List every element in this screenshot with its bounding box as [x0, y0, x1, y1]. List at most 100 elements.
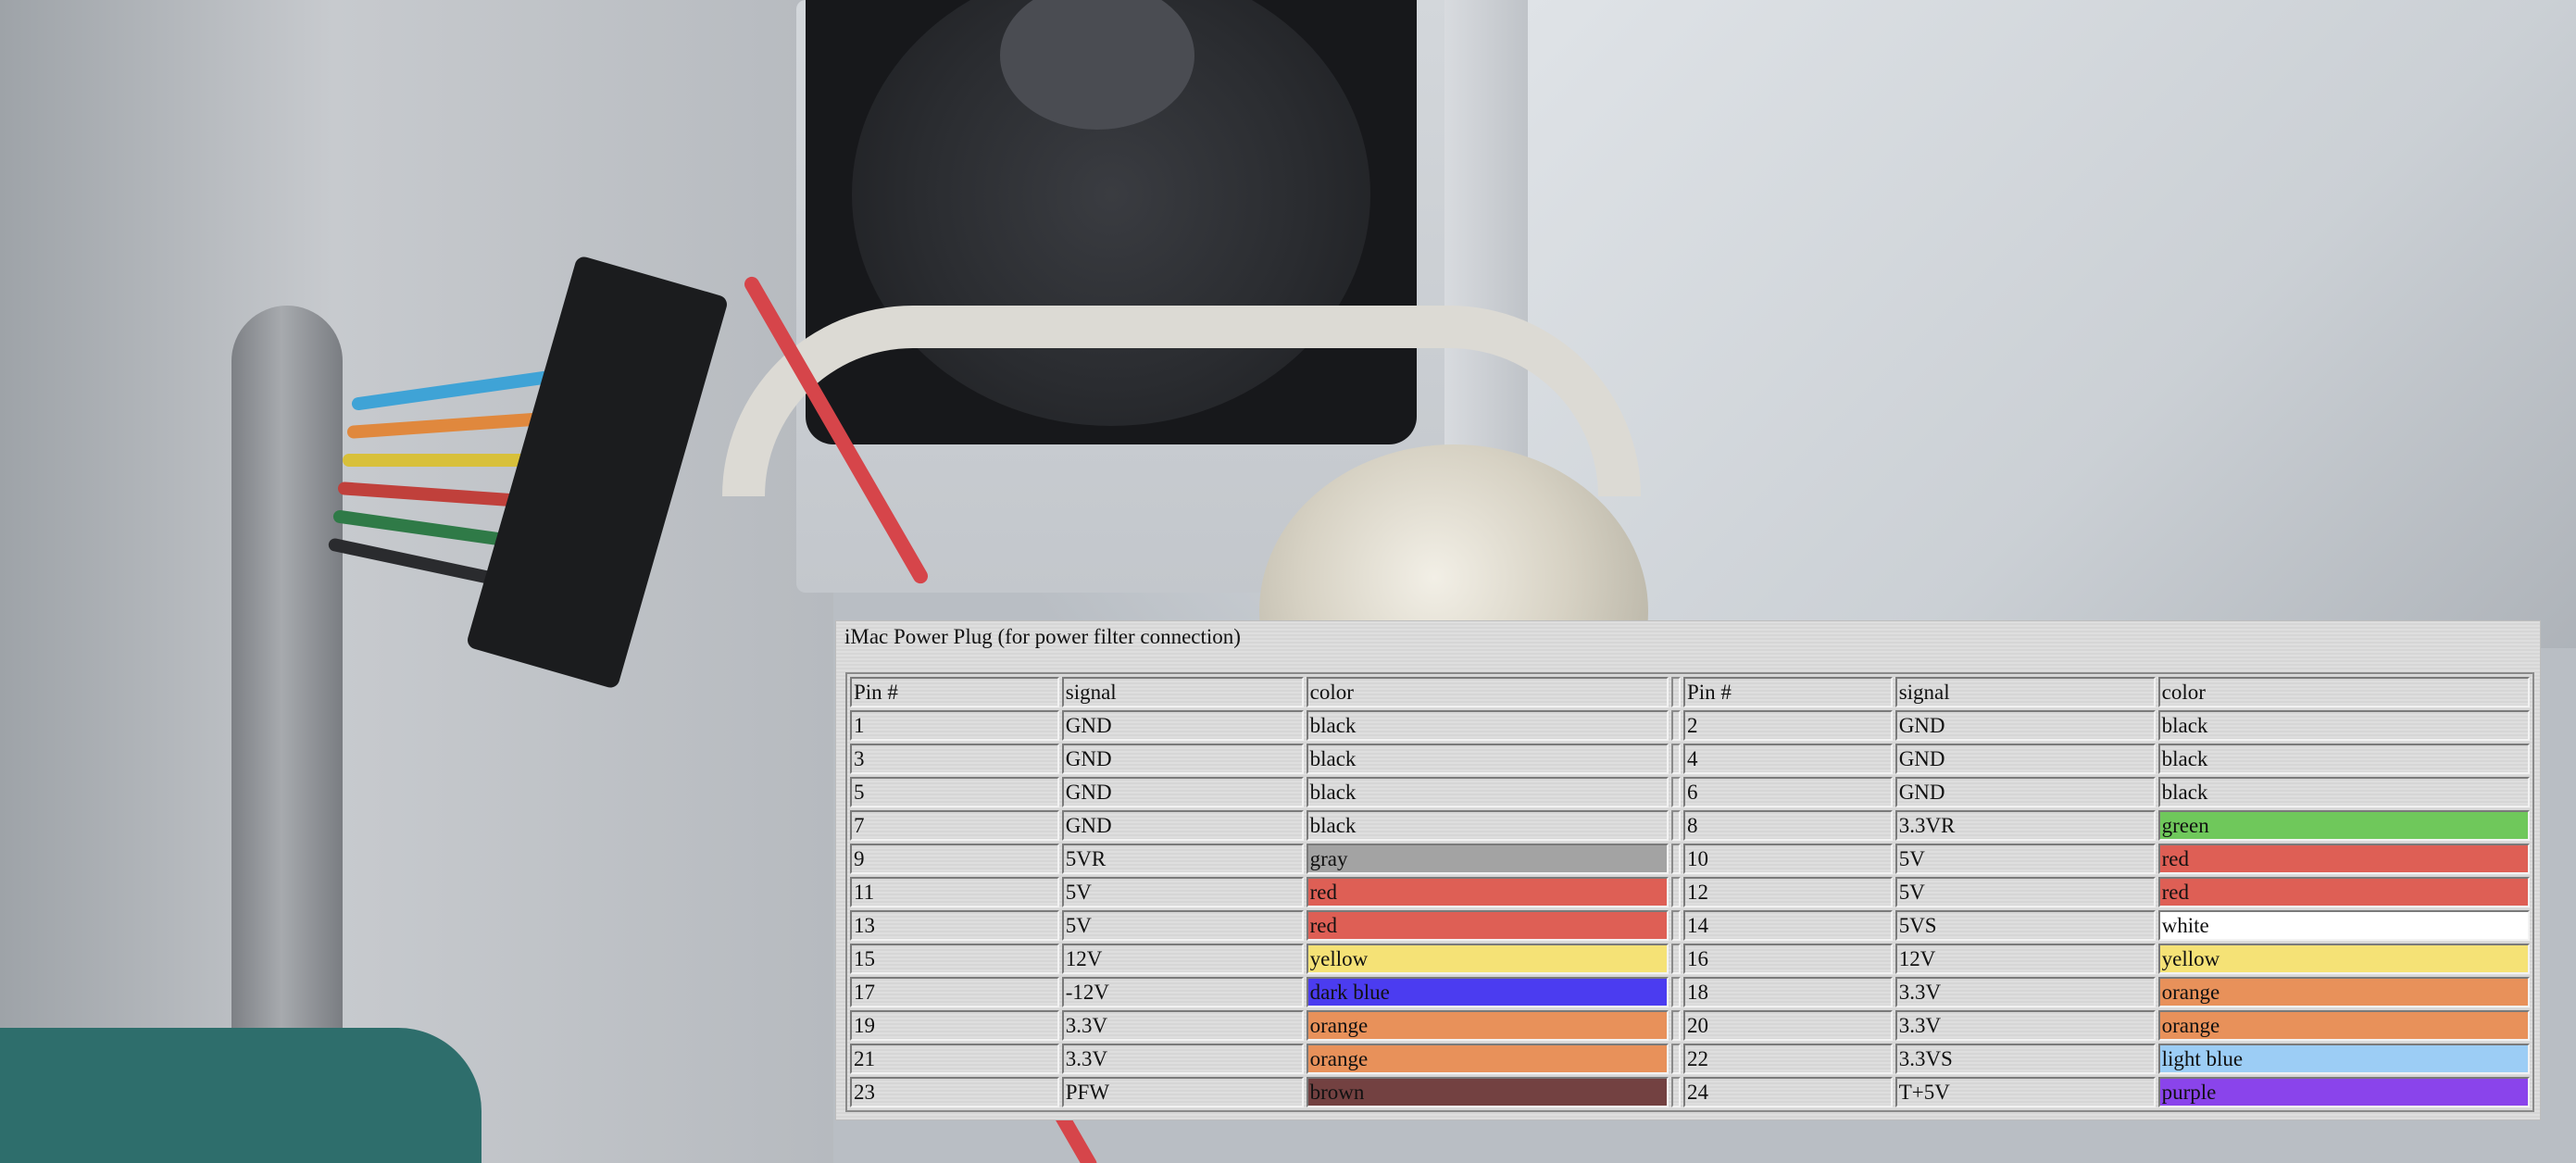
column-divider	[1670, 1044, 1681, 1074]
column-header: Pin #	[1682, 677, 1893, 707]
color-cell: orange	[1306, 1010, 1669, 1041]
color-cell: black	[2157, 710, 2530, 741]
color-cell: black	[1306, 710, 1669, 741]
color-cell: red	[1306, 877, 1669, 907]
column-divider	[1670, 877, 1681, 907]
color-cell: dark blue	[1306, 977, 1669, 1007]
table-header-row: Pin # signal color Pin # signal color	[850, 677, 2530, 707]
signal-cell: 3.3V	[1061, 1010, 1304, 1041]
signal-cell: 5V	[1894, 877, 2156, 907]
pin-cell: 16	[1682, 944, 1893, 974]
pin-cell: 5	[850, 777, 1059, 807]
signal-cell: T+5V	[1894, 1077, 2156, 1107]
signal-cell: 3.3VS	[1894, 1044, 2156, 1074]
column-header: color	[2157, 677, 2530, 707]
signal-cell: 3.3V	[1061, 1044, 1304, 1074]
pin-cell: 10	[1682, 844, 1893, 874]
pinout-panel: iMac Power Plug (for power filter connec…	[835, 620, 2541, 1120]
color-cell: orange	[2157, 977, 2530, 1007]
table-row: 11 5V red 12 5V red	[850, 877, 2530, 907]
pin-cell: 14	[1682, 910, 1893, 941]
color-cell: black	[1306, 744, 1669, 774]
pin-cell: 11	[850, 877, 1059, 907]
signal-cell: 5V	[1061, 910, 1304, 941]
signal-cell: GND	[1061, 777, 1304, 807]
table-row: 17 -12V dark blue 18 3.3V orange	[850, 977, 2530, 1007]
pin-cell: 21	[850, 1044, 1059, 1074]
pin-cell: 23	[850, 1077, 1059, 1107]
pin-cell: 6	[1682, 777, 1893, 807]
pin-cell: 2	[1682, 710, 1893, 741]
color-cell: red	[2157, 844, 2530, 874]
signal-cell: 12V	[1894, 944, 2156, 974]
color-cell: green	[2157, 810, 2530, 841]
signal-cell: GND	[1894, 777, 2156, 807]
signal-cell: 5V	[1061, 877, 1304, 907]
column-divider	[1670, 1010, 1681, 1041]
panel-title: iMac Power Plug (for power filter connec…	[844, 625, 1241, 648]
color-cell: gray	[1306, 844, 1669, 874]
column-header: Pin #	[850, 677, 1059, 707]
signal-cell: -12V	[1061, 977, 1304, 1007]
pin-cell: 17	[850, 977, 1059, 1007]
signal-cell: GND	[1061, 710, 1304, 741]
color-cell: white	[2157, 910, 2530, 941]
column-divider	[1670, 777, 1681, 807]
color-cell: red	[2157, 877, 2530, 907]
table-row: 21 3.3V orange 22 3.3VS light blue	[850, 1044, 2530, 1074]
signal-cell: GND	[1894, 710, 2156, 741]
teal-object	[0, 1028, 481, 1163]
signal-cell: GND	[1061, 810, 1304, 841]
color-cell: black	[2157, 744, 2530, 774]
table-row: 9 5VR gray 10 5V red	[850, 844, 2530, 874]
color-cell: orange	[2157, 1010, 2530, 1041]
column-divider	[1670, 910, 1681, 941]
color-cell: red	[1306, 910, 1669, 941]
signal-cell: PFW	[1061, 1077, 1304, 1107]
pin-cell: 8	[1682, 810, 1893, 841]
column-divider	[1670, 710, 1681, 741]
pin-cell: 3	[850, 744, 1059, 774]
color-cell: yellow	[1306, 944, 1669, 974]
pin-cell: 1	[850, 710, 1059, 741]
pin-cell: 19	[850, 1010, 1059, 1041]
pin-cell: 12	[1682, 877, 1893, 907]
column-header: signal	[1894, 677, 2156, 707]
table-row: 5 GND black 6 GND black	[850, 777, 2530, 807]
color-cell: brown	[1306, 1077, 1669, 1107]
pin-cell: 15	[850, 944, 1059, 974]
column-header: color	[1306, 677, 1669, 707]
table-row: 23 PFW brown 24 T+5V purple	[850, 1077, 2530, 1107]
table-row: 1 GND black 2 GND black	[850, 710, 2530, 741]
pin-cell: 20	[1682, 1010, 1893, 1041]
signal-cell: 12V	[1061, 944, 1304, 974]
signal-cell: 3.3V	[1894, 977, 2156, 1007]
pin-cell: 24	[1682, 1077, 1893, 1107]
table-row: 3 GND black 4 GND black	[850, 744, 2530, 774]
signal-cell: GND	[1894, 744, 2156, 774]
color-cell: black	[1306, 810, 1669, 841]
table-row: 7 GND black 8 3.3VR green	[850, 810, 2530, 841]
pin-cell: 9	[850, 844, 1059, 874]
column-divider	[1670, 677, 1681, 707]
column-divider	[1670, 744, 1681, 774]
column-divider	[1670, 977, 1681, 1007]
enclosure-wall	[0, 0, 833, 1163]
plastic-housing	[1528, 0, 2576, 648]
pin-cell: 13	[850, 910, 1059, 941]
color-cell: orange	[1306, 1044, 1669, 1074]
signal-cell: GND	[1061, 744, 1304, 774]
pinout-table: Pin # signal color Pin # signal color 1G…	[845, 672, 2534, 1112]
color-cell: black	[2157, 777, 2530, 807]
color-cell: black	[1306, 777, 1669, 807]
column-divider	[1670, 844, 1681, 874]
pin-cell: 22	[1682, 1044, 1893, 1074]
column-divider	[1670, 944, 1681, 974]
color-cell: yellow	[2157, 944, 2530, 974]
signal-cell: 3.3V	[1894, 1010, 2156, 1041]
column-divider	[1670, 810, 1681, 841]
signal-cell: 5VR	[1061, 844, 1304, 874]
color-cell: light blue	[2157, 1044, 2530, 1074]
column-header: signal	[1061, 677, 1304, 707]
table-row: 13 5V red 14 5VS white	[850, 910, 2530, 941]
